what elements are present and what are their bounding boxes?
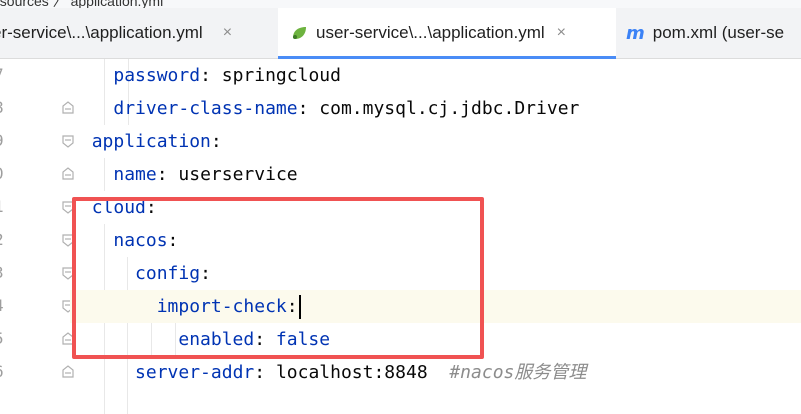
yaml-key: server-addr (135, 362, 255, 383)
close-icon[interactable]: × (223, 24, 232, 42)
tab-label: er-service\...\application.yml (0, 23, 203, 42)
spring-leaf-icon (293, 27, 306, 39)
tab-pom-xml[interactable]: m pom.xml (user-se (626, 8, 801, 58)
maven-m-icon: m (626, 22, 645, 44)
editor-tab-bar: er-service\...\application.yml × user-se… (0, 8, 801, 59)
code-line: server-addr: localhost:8848 #nacos服务管理 (135, 362, 587, 383)
line-number: 5 (0, 329, 14, 348)
code-line: driver-class-name: com.mysql.cj.jdbc.Dri… (113, 98, 580, 119)
line-number: 1 (0, 197, 14, 216)
yaml-key: name (113, 164, 157, 185)
yaml-key: password (113, 65, 201, 86)
yaml-key: driver-class-name (113, 98, 298, 119)
line-number-gutter: 7 8 9 0 1 2 3 4 5 6 (0, 59, 74, 414)
line-number: 9 (0, 131, 14, 150)
yaml-value: com.mysql.cj.jdbc.Driver (319, 98, 580, 119)
yaml-value: springcloud (221, 65, 341, 86)
yaml-comment: #nacos服务管理 (449, 362, 587, 383)
line-number: 4 (0, 296, 14, 315)
line-number: 0 (0, 164, 14, 183)
yaml-key: application (91, 131, 211, 152)
tab-application-yml-1[interactable]: er-service\...\application.yml × (0, 8, 278, 58)
line-number: 6 (0, 362, 14, 381)
tab-application-yml-2[interactable]: user-service\...\application.yml × (278, 8, 616, 59)
line-number: 2 (0, 230, 14, 249)
code-line: name: userservice (113, 164, 298, 185)
yaml-value: userservice (178, 164, 298, 185)
close-icon[interactable]: × (557, 24, 566, 42)
line-number: 7 (0, 65, 14, 84)
code-line: password: springcloud (113, 65, 341, 86)
tab-label: user-service\...\application.yml (316, 23, 545, 42)
annotation-highlight-box (72, 197, 484, 359)
line-number: 8 (0, 98, 14, 117)
tab-label: pom.xml (user-se (652, 23, 785, 42)
line-number: 3 (0, 263, 14, 282)
code-line: application: (91, 131, 222, 152)
yaml-value: localhost:8848 (275, 362, 428, 383)
